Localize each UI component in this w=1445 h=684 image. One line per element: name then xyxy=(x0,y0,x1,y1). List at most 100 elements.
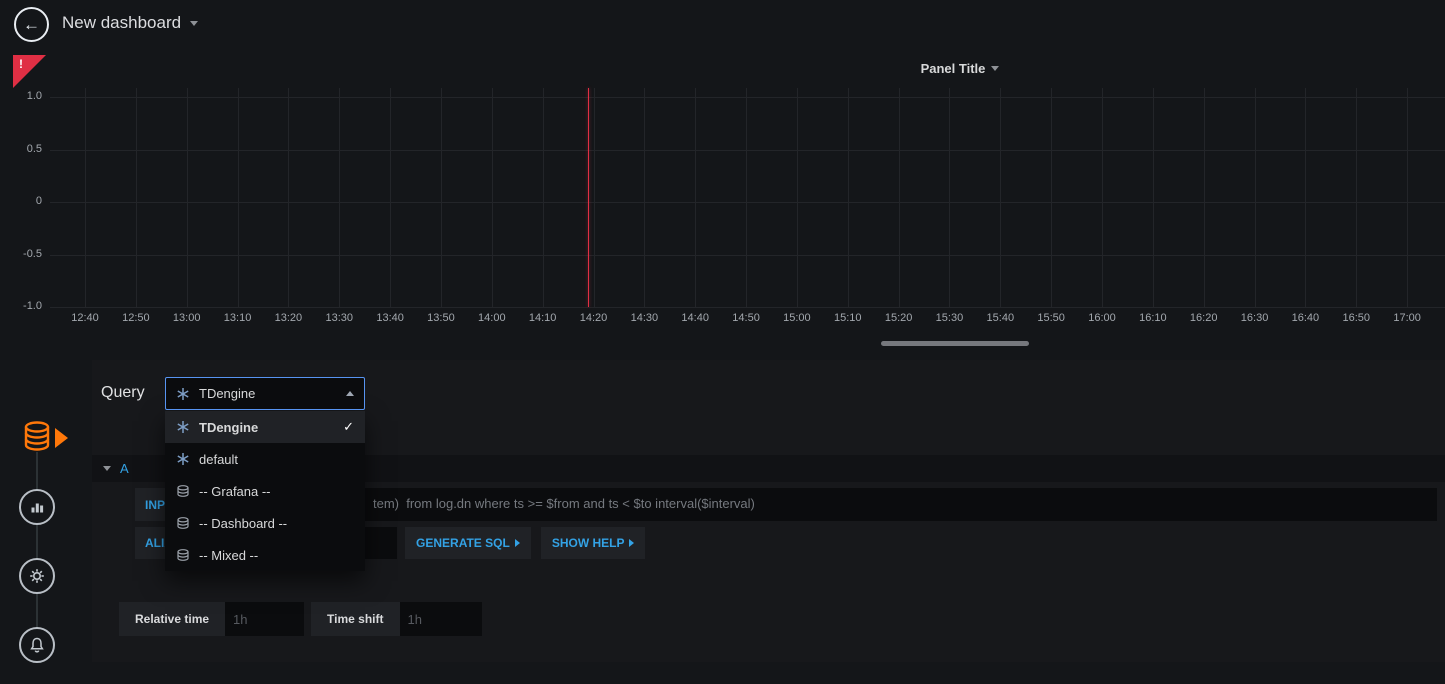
grid-line-vertical xyxy=(695,88,696,307)
grid-line-vertical xyxy=(644,88,645,307)
chevron-down-icon xyxy=(991,66,999,71)
grid-line-vertical xyxy=(1356,88,1357,307)
grid-line-vertical xyxy=(492,88,493,307)
grid-line-vertical xyxy=(899,88,900,307)
x-axis-tick-label: 17:00 xyxy=(1377,312,1437,324)
grid-line-horizontal xyxy=(50,255,1445,256)
grid-line-vertical xyxy=(1153,88,1154,307)
dropdown-option-dashboard[interactable]: -- Dashboard -- xyxy=(165,507,365,539)
grid-line-vertical xyxy=(1102,88,1103,307)
tdengine-icon xyxy=(176,452,190,466)
database-icon xyxy=(176,484,190,498)
grid-line-horizontal xyxy=(50,202,1445,203)
horizontal-scrollbar-thumb[interactable] xyxy=(881,341,1029,346)
grid-line-vertical xyxy=(187,88,188,307)
query-ref-letter: A xyxy=(120,461,129,476)
tab-general[interactable] xyxy=(19,558,55,594)
dropdown-option-grafana[interactable]: -- Grafana -- xyxy=(165,475,365,507)
grafana-dashboard-editor: ← New dashboard ! Panel Title 12:4012:50… xyxy=(0,0,1445,684)
collapse-caret-icon xyxy=(103,466,111,471)
grid-line-vertical xyxy=(594,88,595,307)
tdengine-icon xyxy=(176,387,190,401)
back-button[interactable]: ← xyxy=(14,7,49,42)
bell-icon xyxy=(28,636,46,654)
show-help-button[interactable]: SHOW HELP xyxy=(541,527,646,559)
tab-visualization[interactable] xyxy=(19,489,55,525)
sql-text: tem) from log.dn where ts >= $from and t… xyxy=(373,496,755,511)
chevron-right-icon xyxy=(629,539,634,547)
plot-area[interactable]: 12:4012:5013:0013:1013:2013:3013:4013:50… xyxy=(50,88,1445,307)
y-axis-tick-label: -0.5 xyxy=(8,248,42,260)
grid-line-vertical xyxy=(85,88,86,307)
chevron-right-icon xyxy=(515,539,520,547)
time-options-row: Relative time Time shift xyxy=(119,602,482,636)
sql-input[interactable]: tem) from log.dn where ts >= $from and t… xyxy=(223,488,1437,521)
dropdown-option-mixed[interactable]: -- Mixed -- xyxy=(165,539,365,571)
time-shift-input[interactable] xyxy=(400,602,482,636)
grid-line-horizontal xyxy=(50,97,1445,98)
panel-title: Panel Title xyxy=(921,61,986,76)
grid-line-vertical xyxy=(238,88,239,307)
database-icon xyxy=(176,548,190,562)
datasource-select[interactable]: TDengine xyxy=(165,377,365,410)
grid-line-vertical xyxy=(1305,88,1306,307)
generate-sql-label: GENERATE SQL xyxy=(416,536,510,550)
dashboard-title: New dashboard xyxy=(62,13,181,33)
grid-line-vertical xyxy=(1051,88,1052,307)
show-help-label: SHOW HELP xyxy=(552,536,625,550)
tdengine-icon xyxy=(176,420,190,434)
option-label: TDengine xyxy=(199,420,258,435)
query-section-label: Query xyxy=(101,384,145,402)
dashboard-title-menu[interactable]: New dashboard xyxy=(62,13,198,33)
option-label: -- Grafana -- xyxy=(199,484,271,499)
grid-line-vertical xyxy=(746,88,747,307)
dropdown-option-default[interactable]: default xyxy=(165,443,365,475)
y-axis-tick-label: 0 xyxy=(8,195,42,207)
grid-line-vertical xyxy=(848,88,849,307)
active-tab-arrow-icon xyxy=(55,428,68,448)
grid-line-vertical xyxy=(949,88,950,307)
gear-icon xyxy=(28,567,46,585)
grid-line-horizontal xyxy=(50,150,1445,151)
option-label: -- Mixed -- xyxy=(199,548,258,563)
grid-line-vertical xyxy=(1255,88,1256,307)
back-arrow-icon: ← xyxy=(23,15,40,35)
relative-time-label: Relative time xyxy=(119,602,225,636)
y-axis-tick-label: 0.5 xyxy=(8,143,42,155)
dropdown-option-tdengine[interactable]: TDengine ✓ xyxy=(165,411,365,443)
bar-chart-icon xyxy=(29,499,45,515)
tab-alert[interactable] xyxy=(19,627,55,663)
tab-connector-line xyxy=(36,452,38,648)
panel-title-menu[interactable]: Panel Title xyxy=(898,58,1022,78)
grid-line-vertical xyxy=(797,88,798,307)
chevron-down-icon xyxy=(190,21,198,26)
grid-line-vertical xyxy=(441,88,442,307)
check-icon: ✓ xyxy=(343,419,354,435)
y-axis-tick-label: -1.0 xyxy=(8,300,42,312)
database-icon xyxy=(17,417,57,457)
y-axis-tick-label: 1.0 xyxy=(8,90,42,102)
grid-line-vertical xyxy=(288,88,289,307)
time-shift-label: Time shift xyxy=(311,602,399,636)
grid-line-vertical xyxy=(543,88,544,307)
grid-line-vertical xyxy=(1000,88,1001,307)
option-label: -- Dashboard -- xyxy=(199,516,287,531)
generate-sql-button[interactable]: GENERATE SQL xyxy=(405,527,531,559)
grid-line-vertical xyxy=(390,88,391,307)
grid-line-vertical xyxy=(1204,88,1205,307)
grid-line-vertical xyxy=(136,88,137,307)
datasource-selected-value: TDengine xyxy=(199,386,337,401)
grid-line-vertical xyxy=(1407,88,1408,307)
annotation-line xyxy=(588,88,589,307)
grid-line-horizontal xyxy=(50,307,1445,308)
datasource-dropdown-menu: TDengine ✓ default -- Grafana -- xyxy=(165,411,365,571)
panel-error-corner[interactable]: ! xyxy=(13,55,46,88)
database-icon xyxy=(176,516,190,530)
relative-time-input[interactable] xyxy=(225,602,304,636)
query-editor-section: Query TDengine TDengine ✓ xyxy=(92,360,1445,662)
chevron-up-icon xyxy=(346,391,354,396)
tab-queries[interactable] xyxy=(17,417,57,457)
error-exclamation-icon: ! xyxy=(19,57,23,71)
option-label: default xyxy=(199,452,238,467)
grid-line-vertical xyxy=(339,88,340,307)
